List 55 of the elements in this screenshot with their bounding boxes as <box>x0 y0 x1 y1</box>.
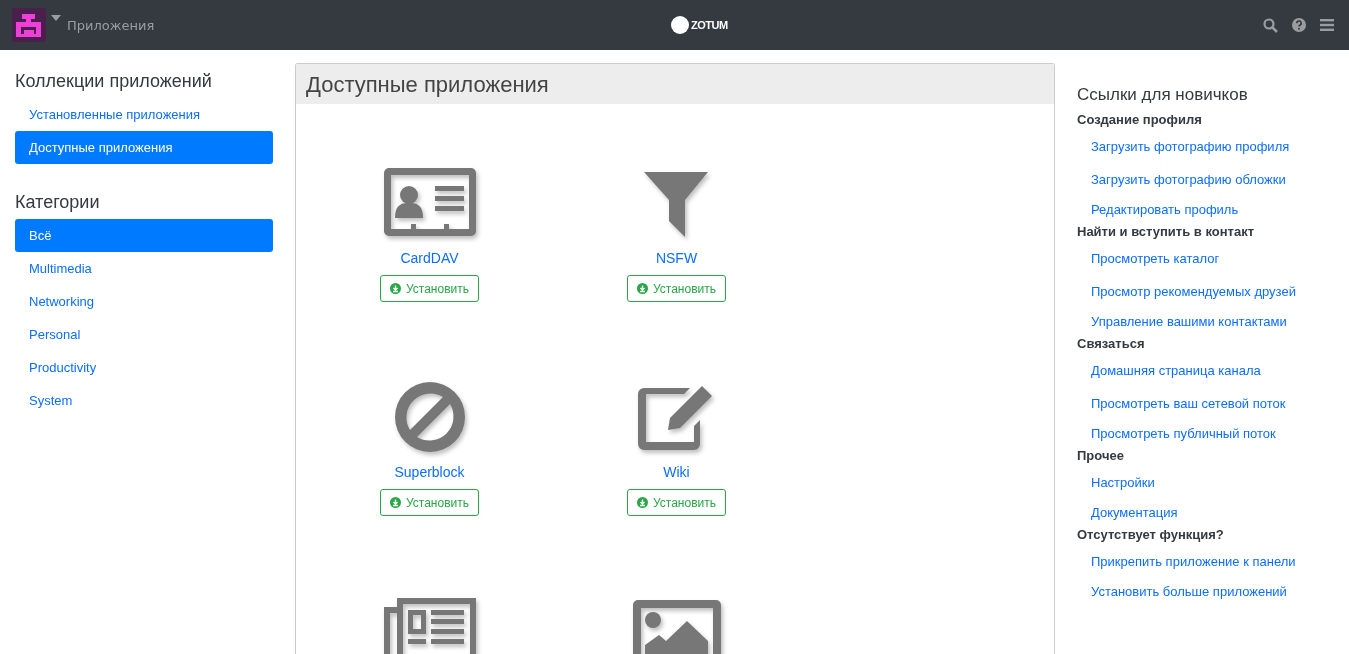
help-icon[interactable] <box>1292 18 1306 32</box>
contact-card-icon <box>382 166 477 238</box>
nav-item[interactable]: Networking <box>15 285 273 318</box>
panel-title: Доступные приложения <box>296 64 1054 104</box>
ban-icon <box>394 382 465 452</box>
section-heading: Категории <box>15 192 101 213</box>
download-icon <box>637 497 648 508</box>
circle-logo-icon[interactable] <box>671 16 689 34</box>
nav-item[interactable]: Multimedia <box>15 252 273 285</box>
help-link[interactable]: Загрузить фотографию профиля <box>1077 130 1334 163</box>
nav-item[interactable]: System <box>15 384 273 417</box>
help-link[interactable]: Документация <box>1077 499 1334 525</box>
app-name-link[interactable]: NSFW <box>655 250 698 266</box>
download-icon <box>637 283 648 294</box>
help-link[interactable]: Прикрепить приложение к панели <box>1077 545 1334 578</box>
group-heading: Связаться <box>1077 335 1146 353</box>
nav-item[interactable]: Установленные приложения <box>15 98 273 131</box>
download-icon <box>390 497 401 508</box>
help-link[interactable]: Редактировать профиль <box>1077 196 1334 222</box>
group-heading: Прочее <box>1077 447 1125 465</box>
install-button[interactable]: Установить <box>627 489 726 516</box>
nav-item[interactable]: Productivity <box>15 351 273 384</box>
page-title: Приложения <box>67 17 155 33</box>
menu-icon[interactable] <box>1320 19 1334 31</box>
group-heading: Создание профиля <box>1077 111 1203 129</box>
nav-item[interactable]: Personal <box>15 318 273 351</box>
help-link[interactable]: Настройки <box>1077 466 1334 499</box>
robot-avatar-icon[interactable] <box>12 8 46 42</box>
group-heading: Отсутствует функция? <box>1077 526 1225 544</box>
app-name-link[interactable]: CardDAV <box>400 250 459 266</box>
help-link[interactable]: Загрузить фотографию обложки <box>1077 163 1334 196</box>
nav-item[interactable]: Всё <box>15 219 273 252</box>
help-link[interactable]: Просмотреть каталог <box>1077 242 1334 275</box>
install-button[interactable]: Установить <box>380 489 479 516</box>
help-link[interactable]: Установить больше приложений <box>1077 578 1334 604</box>
caret-icon[interactable] <box>51 15 61 21</box>
sidebar-title: Ссылки для новичков <box>1077 85 1249 105</box>
help-link[interactable]: Управление вашими контактами <box>1077 308 1334 334</box>
install-button[interactable]: Установить <box>627 275 726 302</box>
newspaper-icon <box>382 596 477 654</box>
site-logo[interactable]: ZOTUM <box>691 18 728 32</box>
help-link[interactable]: Просмотр рекомендуемых друзей <box>1077 275 1334 308</box>
install-button[interactable]: Установить <box>380 275 479 302</box>
app-name-link[interactable]: Superblock <box>394 464 465 480</box>
nav-item[interactable]: Доступные приложения <box>15 131 273 164</box>
help-link[interactable]: Просмотреть публичный поток <box>1077 420 1334 446</box>
section-heading: Коллекции приложений <box>15 71 213 92</box>
group-heading: Найти и вступить в контакт <box>1077 223 1256 241</box>
search-icon[interactable] <box>1263 17 1278 33</box>
app-name-link[interactable]: Wiki <box>663 464 690 480</box>
help-link[interactable]: Домашняя страница канала <box>1077 354 1334 387</box>
image-icon <box>632 600 721 654</box>
help-link[interactable]: Просмотреть ваш сетевой поток <box>1077 387 1334 420</box>
download-icon <box>390 283 401 294</box>
filter-icon <box>643 172 710 238</box>
